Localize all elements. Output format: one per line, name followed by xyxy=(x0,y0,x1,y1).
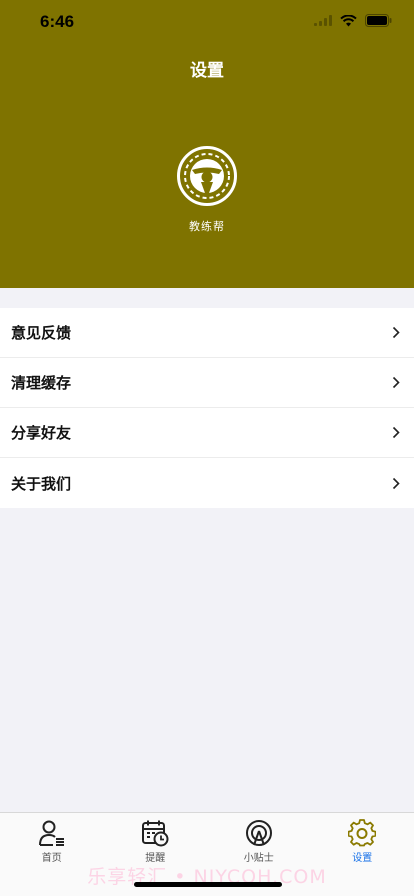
page-title: 设置 xyxy=(190,61,224,81)
battery-icon xyxy=(365,14,392,27)
menu-item-label: 意见反馈 xyxy=(11,324,72,342)
menu-item-label: 关于我们 xyxy=(11,474,72,493)
signal-icon xyxy=(314,15,332,26)
steering-wheel-icon xyxy=(177,146,237,206)
chevron-right-icon xyxy=(392,326,400,339)
user-list-icon xyxy=(38,820,64,846)
gear-icon xyxy=(348,819,377,847)
settings-menu: 意见反馈 清理缓存 分享好友 关于我们 xyxy=(0,308,414,508)
app-name: 教练帮 xyxy=(189,220,225,233)
status-icons xyxy=(314,14,392,27)
menu-item-feedback[interactable]: 意见反馈 xyxy=(0,308,414,358)
status-bar: 6:46 xyxy=(0,0,414,44)
calendar-clock-icon xyxy=(142,820,169,847)
tab-home[interactable]: 首页 xyxy=(0,813,104,896)
home-indicator[interactable] xyxy=(134,882,282,887)
menu-item-clear-cache[interactable]: 清理缓存 xyxy=(0,358,414,408)
menu-item-about[interactable]: 关于我们 xyxy=(0,458,414,508)
tab-label: 提醒 xyxy=(145,853,166,864)
status-time: 6:46 xyxy=(40,12,75,31)
app-logo xyxy=(177,146,237,206)
header: 6:46 设置 教练帮 xyxy=(0,0,414,288)
menu-item-label: 分享好友 xyxy=(11,424,72,442)
chevron-right-icon xyxy=(392,477,400,489)
chevron-right-icon xyxy=(392,376,400,389)
wifi-icon xyxy=(340,14,357,26)
chevron-right-icon xyxy=(392,426,400,439)
menu-item-share[interactable]: 分享好友 xyxy=(0,408,414,458)
menu-item-label: 清理缓存 xyxy=(11,374,72,392)
tips-icon xyxy=(245,820,272,846)
tab-settings[interactable]: 设置 xyxy=(311,813,414,896)
tab-label: 小贴士 xyxy=(243,853,274,864)
tab-label: 设置 xyxy=(352,853,373,864)
tab-label: 首页 xyxy=(41,853,62,864)
